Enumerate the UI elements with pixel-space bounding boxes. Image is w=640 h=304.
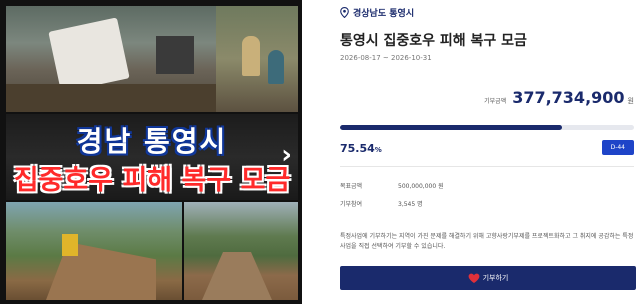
region-text: 경상남도 통영시 [353,9,415,19]
campaign-title: 통영시 집중호우 피해 복구 모금 [340,33,527,49]
banner-title-line2: 집중호우 피해 복구 모금 [13,165,291,196]
donors-label: 기부참여 [340,201,363,208]
campaign-image-collage: 경남 통영시 집중호우 피해 복구 모금 › [0,0,302,304]
excavator-shape [62,234,78,256]
map-pin-icon [340,7,349,18]
banner-title-line1: 경남 통영시 [76,125,228,158]
donors-value: 3,545 명 [398,201,423,208]
chevron-right-icon[interactable]: › [281,140,292,170]
flood-damage-photo-truck [6,6,216,112]
goal-label: 목표금액 [340,183,363,190]
donate-button-label: 기부하기 [482,274,509,282]
campaign-banner: 경남 통영시 집중호우 피해 복구 모금 › [6,114,298,200]
mud-shape [6,84,216,112]
donate-button[interactable]: 기부하기 [340,266,636,290]
worker-shape [242,36,260,76]
progress-bar [340,125,634,130]
dday-badge: D-44 [601,140,634,155]
divider [340,166,634,167]
campaign-details-panel: 경상남도 통영시 통영시 집중호우 피해 복구 모금 2026-08-17 ~ … [302,0,640,304]
flood-damage-photo-workers [216,6,298,112]
progress-bar-fill [340,125,563,130]
progress-percent-value: 75.54 [340,142,375,155]
amount-unit: 원 [627,97,634,105]
heart-hand-icon [468,273,480,283]
campaign-description: 특정사업에 기부하기는 지역이 가진 문제를 해결하기 위해 고향사랑기부제를 … [340,233,634,250]
progress-percent: 75.54% [340,142,382,155]
region-label: 경상남도 통영시 [340,6,414,19]
progress-percent-sign: % [374,146,382,154]
vehicle-shape [156,36,194,74]
flood-damage-photo-landslide [6,202,182,300]
goal-value: 500,000,000 원 [398,183,444,190]
flood-water-shape [202,252,272,300]
worker-shape [268,50,284,84]
amount-value: 377,734,900 [512,88,625,107]
flood-damage-photo-road [184,202,298,300]
campaign-period: 2026-08-17 ~ 2026-10-31 [340,54,432,62]
amount-label: 기부금액 [484,98,507,105]
donation-amount-row: 기부금액 377,734,900 원 [484,88,634,107]
overturned-truck-shape [48,17,130,93]
